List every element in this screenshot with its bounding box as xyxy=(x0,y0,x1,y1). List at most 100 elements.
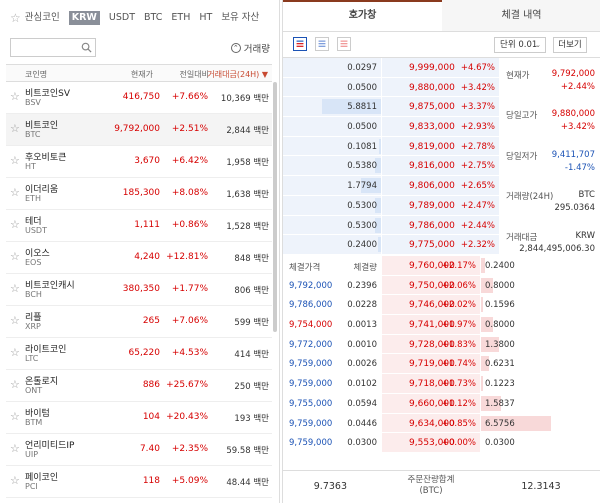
coin-change: +25.67% xyxy=(166,380,208,390)
coin-price: 416,750 xyxy=(122,92,160,102)
favorite-star-icon[interactable]: ☆ xyxy=(10,474,20,487)
tab-holdings[interactable]: 보유 자산 xyxy=(221,11,259,25)
coin-market-panel: ☆ 관심코인 KRW USDT BTC ETH HT 보유 자산 ⌃ 거래량 코… xyxy=(0,0,280,503)
view-both-icon[interactable] xyxy=(293,37,307,51)
coin-row[interactable]: ☆ 테더 USDT 1,111 +0.86% 1,528 백만 xyxy=(6,210,272,242)
tab-btc[interactable]: BTC xyxy=(144,11,162,25)
favorite-star-icon[interactable]: ☆ xyxy=(10,314,20,327)
coin-row[interactable]: ☆ 후오비토큰 HT 3,670 +6.42% 1,958 백만 xyxy=(6,146,272,178)
bid-row[interactable]: 9,759,000 0.0102 9,718,000 +1.73% 0.1223 xyxy=(283,374,600,394)
coin-row[interactable]: ☆ 리플 XRP 265 +7.06% 599 백만 xyxy=(6,306,272,338)
favorite-star-icon[interactable]: ☆ xyxy=(10,90,20,103)
ask-price-cell[interactable]: 9,775,000 +2.32% xyxy=(382,235,499,254)
tab-favorites[interactable]: 관심코인 xyxy=(25,11,60,25)
coin-row[interactable]: ☆ 이더리움 ETH 185,300 +8.08% 1,638 백만 xyxy=(6,178,272,210)
current-price-change: +2.44% xyxy=(560,82,595,92)
coin-row[interactable]: ☆ 온톨로지 ONT 886 +25.67% 250 백만 xyxy=(6,370,272,402)
ask-price-cell[interactable]: 9,806,000 +2.65% xyxy=(382,176,499,195)
bid-price-cell[interactable]: 9,634,000 +0.85% xyxy=(382,413,480,434)
coin-symbol: ONT xyxy=(25,386,43,395)
bid-price-cell[interactable]: 9,728,000 +1.83% xyxy=(382,334,480,355)
ask-change: +2.78% xyxy=(460,141,495,152)
ask-price-cell[interactable]: 9,816,000 +2.75% xyxy=(382,156,499,176)
bid-price-cell[interactable]: 9,553,000 +0.00% xyxy=(382,433,480,453)
bid-price-cell[interactable]: 9,718,000 +1.73% xyxy=(382,374,480,394)
coin-row[interactable]: ☆ 이오스 EOS 4,240 +12.81% 848 백만 xyxy=(6,242,272,274)
favorite-star-icon[interactable]: ☆ xyxy=(10,346,20,359)
bid-row[interactable]: 9,786,000 0.0228 9,746,000 +2.02% 0.1596 xyxy=(283,295,600,316)
bid-qty-cell: 0.1223 xyxy=(481,374,600,394)
search-input[interactable] xyxy=(11,39,79,56)
coin-change: +2.51% xyxy=(171,124,208,134)
ask-price-cell[interactable]: 9,789,000 +2.47% xyxy=(382,195,499,215)
coin-price: 9,792,000 xyxy=(114,124,160,134)
bid-price-cell[interactable]: 9,760,000 +2.17% xyxy=(382,256,480,276)
bid-price-cell[interactable]: 9,746,000 +2.02% xyxy=(382,295,480,316)
header-coin-name[interactable]: 코인명 xyxy=(25,69,47,80)
favorite-star-icon[interactable]: ☆ xyxy=(10,282,20,295)
ask-qty: 0.5380 xyxy=(347,161,377,172)
tab-usdt[interactable]: USDT xyxy=(109,11,135,25)
sort-by-volume-toggle[interactable]: ⌃ 거래량 xyxy=(230,41,270,55)
ask-price-cell[interactable]: 9,819,000 +2.78% xyxy=(382,136,499,156)
price-unit-select[interactable]: 단위 0.01 ⌄ xyxy=(494,37,546,53)
ask-qty: 0.5300 xyxy=(347,220,377,231)
bid-row[interactable]: 9,772,000 0.0010 9,728,000 +1.83% 1.3800 xyxy=(283,334,600,355)
trade-amount-value: 2,844,495,006.30 xyxy=(519,244,595,254)
header-volume[interactable]: 거래대금(24H) ▼ xyxy=(207,69,268,80)
favorite-star-icon[interactable]: ☆ xyxy=(10,186,20,199)
bid-row[interactable]: 9,755,000 0.0594 9,660,000 +1.12% 1.5837 xyxy=(283,393,600,414)
favorite-star-icon[interactable]: ☆ xyxy=(10,122,20,135)
trade-price: 9,792,000 xyxy=(289,280,333,291)
bid-change: +1.73% xyxy=(441,379,476,390)
coin-row-selected[interactable]: ☆ 비트코인 BTC 9,792,000 +2.51% 2,844 백만 xyxy=(6,114,272,146)
view-buy-icon[interactable] xyxy=(315,37,329,51)
favorite-star-icon[interactable]: ☆ xyxy=(10,250,20,263)
coin-row[interactable]: ☆ 언리미티드IP UIP 7.40 +2.35% 59.58 백만 xyxy=(6,434,272,466)
favorite-star-icon[interactable]: ☆ xyxy=(10,154,20,167)
ask-price-cell[interactable]: 9,875,000 +3.37% xyxy=(382,97,499,117)
tab-orderbook[interactable]: 호가창 xyxy=(283,0,442,31)
bid-price-cell[interactable]: 9,750,000 +2.06% xyxy=(382,275,480,296)
tab-ht[interactable]: HT xyxy=(199,11,212,25)
bid-row[interactable]: 9,792,000 0.2396 9,750,000 +2.06% 0.8000 xyxy=(283,275,600,296)
tab-eth[interactable]: ETH xyxy=(171,11,190,25)
ask-price-cell[interactable]: 9,786,000 +2.44% xyxy=(382,215,499,235)
bid-qty-cell: 0.0300 xyxy=(481,433,600,453)
coin-row[interactable]: ☆ 바이텀 BTM 104 +20.43% 193 백만 xyxy=(6,402,272,434)
tab-trade-history[interactable]: 체결 내역 xyxy=(442,0,600,31)
more-button[interactable]: 더보기 xyxy=(553,37,587,53)
coin-row[interactable]: ☆ 비트코인캐시 BCH 380,350 +1.77% 806 백만 xyxy=(6,274,272,306)
ask-price-cell[interactable]: 9,833,000 +2.93% xyxy=(382,117,499,136)
bid-change: +0.85% xyxy=(441,418,476,429)
bid-price-cell[interactable]: 9,660,000 +1.12% xyxy=(382,393,480,414)
coin-row[interactable]: ☆ 페이코인 PCI 118 +5.09% 48.44 백만 xyxy=(6,466,272,498)
favorite-star-icon[interactable]: ☆ xyxy=(10,442,20,455)
header-price[interactable]: 현재가 xyxy=(131,69,153,80)
coin-row[interactable]: ☆ 비트코인SV BSV 416,750 +7.66% 10,369 백만 xyxy=(6,82,272,114)
ask-price-cell[interactable]: 9,999,000 +4.67% xyxy=(382,58,499,77)
favorite-star-icon[interactable]: ☆ xyxy=(10,378,20,391)
bid-price-cell[interactable]: 9,741,000 +1.97% xyxy=(382,315,480,335)
bid-row[interactable]: 9,759,000 0.0446 9,634,000 +0.85% 6.5756 xyxy=(283,413,600,434)
coin-list-scrollbar[interactable] xyxy=(273,82,277,332)
trade-cell: 9,772,000 0.0010 xyxy=(283,334,381,355)
ask-price-cell[interactable]: 9,880,000 +3.42% xyxy=(382,77,499,97)
ask-qty-cell: 0.5380 xyxy=(283,156,381,176)
favorite-star-icon[interactable]: ☆ xyxy=(10,410,20,423)
bid-row[interactable]: 9,759,000 0.0026 9,719,000 +1.74% 0.6231 xyxy=(283,354,600,375)
ask-qty: 0.0500 xyxy=(347,82,377,93)
ask-change: +2.93% xyxy=(460,122,495,133)
total-label-line2: (BTC) xyxy=(419,486,443,496)
bid-qty-cell: 1.3800 xyxy=(481,335,600,355)
bid-price-cell[interactable]: 9,719,000 +1.74% xyxy=(382,354,480,375)
favorite-star-icon[interactable]: ☆ xyxy=(10,218,20,231)
search-icon[interactable] xyxy=(81,42,92,53)
view-sell-icon[interactable] xyxy=(337,37,351,51)
coin-row[interactable]: ☆ 라이트코인 LTC 65,220 +4.53% 414 백만 xyxy=(6,338,272,370)
tab-krw[interactable]: KRW xyxy=(68,11,100,25)
sort-label: 거래량 xyxy=(243,44,270,55)
header-change[interactable]: 전일대비 xyxy=(180,69,209,80)
bid-row[interactable]: 9,759,000 0.0300 9,553,000 +0.00% 0.0300 xyxy=(283,433,600,453)
bid-row[interactable]: 9,754,000 0.0013 9,741,000 +1.97% 0.8000 xyxy=(283,315,600,335)
